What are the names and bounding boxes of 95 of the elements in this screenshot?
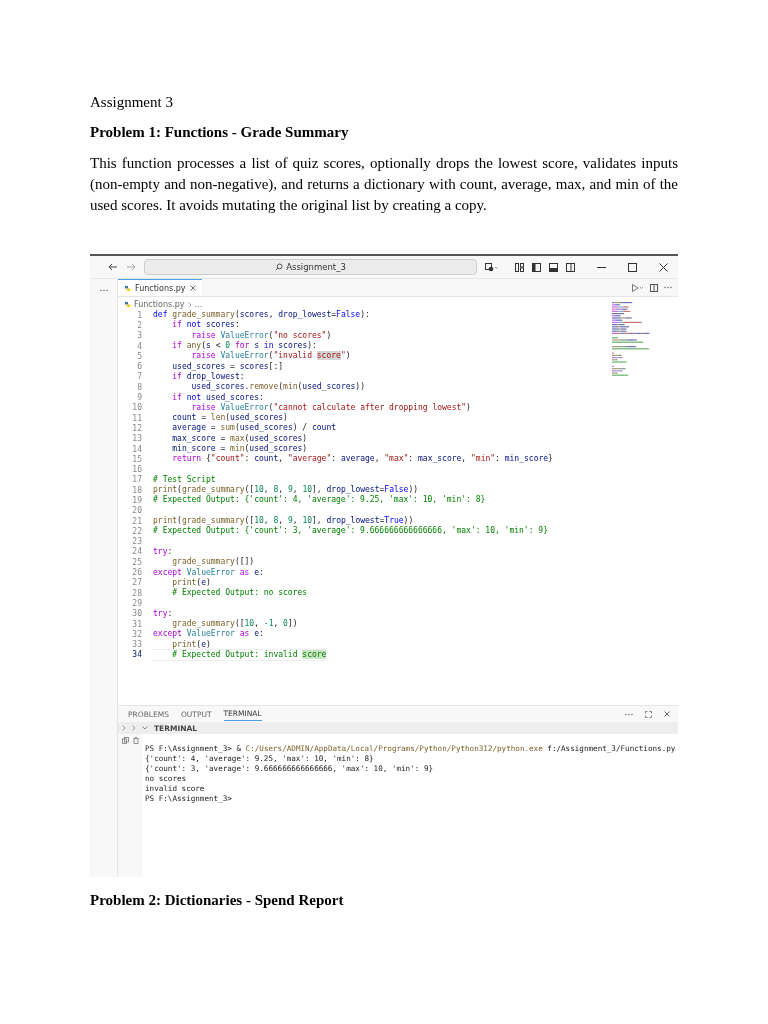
line-number: 12 xyxy=(131,423,143,433)
code-line: except ValueError as e: xyxy=(153,567,264,578)
line-number: 20 xyxy=(131,506,143,516)
python-icon xyxy=(124,301,131,308)
line-number: 30 xyxy=(131,609,143,619)
code-line: try: xyxy=(153,546,173,557)
breadcrumb-item[interactable]: Functions.py xyxy=(134,300,185,309)
expand-icon[interactable] xyxy=(142,726,148,730)
code-line: grade_summary([]) xyxy=(171,557,255,568)
line-number: 24 xyxy=(131,547,143,557)
line-number: 6 xyxy=(136,362,143,372)
line-number: 31 xyxy=(131,619,143,629)
section-title: Problem 1: Functions - Grade Summary xyxy=(90,123,350,141)
code-line: grade_summary([10, -1, 0]) xyxy=(171,619,298,629)
line-number: 18 xyxy=(131,485,143,495)
code-line: if not used_scores: xyxy=(171,392,264,403)
search-field[interactable]: Assignment_3 xyxy=(144,259,477,275)
line-number: 23 xyxy=(131,537,143,547)
agent-icon[interactable] xyxy=(485,262,499,272)
line-number: 1 xyxy=(136,310,143,320)
search-icon xyxy=(275,263,284,271)
back-arrow-icon[interactable] xyxy=(108,263,118,271)
code-line: if drop_lowest: xyxy=(171,371,245,382)
split-editor-icon[interactable] xyxy=(650,283,658,292)
code-line: print(grade_summary([10, 8, 9, 10], drop_lowest=False)) xyxy=(153,485,419,496)
line-number: 13 xyxy=(131,434,143,444)
document-heading: Assignment 3 xyxy=(90,93,174,111)
code-line: # Expected Output: invalid score xyxy=(153,648,327,661)
more-icon[interactable] xyxy=(664,286,672,289)
paragraph: This function processes a list of quiz scores, optionally drops the lowest score, validates inputs (non-empty and non-negative), and returns a dictionary with count, average, max, and min of the used scores. It avoids mutating the original list by creating a copy. xyxy=(90,154,678,215)
line-number: 17 xyxy=(131,475,143,485)
code-line: # Test Script xyxy=(153,474,216,485)
chevron-icon xyxy=(187,301,192,308)
line-number: 3 xyxy=(136,331,143,341)
close-icon[interactable] xyxy=(189,285,196,291)
line-number: 2 xyxy=(136,320,143,330)
line-number: 10 xyxy=(131,403,143,413)
code-line: if not scores: xyxy=(171,320,240,331)
line-number: 9 xyxy=(136,393,143,402)
code-line: average = sum(used_scores) / count xyxy=(171,423,337,434)
line-number: 22 xyxy=(131,526,143,536)
sidebar-toggle-icon[interactable] xyxy=(532,262,541,272)
code-line: if any(s < 0 for s in scores): xyxy=(171,341,317,351)
line-number: 34 xyxy=(131,650,143,660)
code-line: def grade_summary(scores, drop_lowest=False): xyxy=(153,310,370,321)
line-number: 11 xyxy=(131,413,143,423)
code-line: # Expected Output: {'count': 3, 'average': 9.666666666666666, 'max': 10, 'min': 9} xyxy=(153,526,548,537)
code-line: raise ValueError("cannot calculate after dropping lowest") xyxy=(190,402,471,413)
line-number: 27 xyxy=(131,578,143,588)
code-line: used_scores.remove(min(used_scores)) xyxy=(190,382,365,393)
more-icon[interactable] xyxy=(99,289,108,292)
breadcrumb-item[interactable]: ... xyxy=(194,300,203,309)
run-icon[interactable] xyxy=(632,283,644,292)
line-number: 28 xyxy=(131,588,143,598)
line-number: 19 xyxy=(131,496,143,505)
code-line: # Expected Output: {'count': 4, 'average': 9.25, 'max': 10, 'min': 8} xyxy=(153,495,486,506)
split-icon[interactable] xyxy=(566,262,575,272)
more-icon[interactable] xyxy=(625,712,633,716)
close-icon[interactable] xyxy=(664,711,670,717)
line-number: 29 xyxy=(131,598,143,608)
line-number: 21 xyxy=(131,516,143,526)
code-line: except ValueError as e: xyxy=(153,629,264,640)
code-line: print(grade_summary([10, 8, 9, 10], drop_lowest=True)) xyxy=(153,516,414,526)
code-line: raise ValueError("invalid score") xyxy=(190,351,351,362)
line-number: 7 xyxy=(136,372,143,382)
code-line: return {"count": count, "average": average, "max": max_score, "min": min_score} xyxy=(171,454,553,465)
code-line: raise ValueError("no scores") xyxy=(190,330,332,341)
code-line: max_score = max(used_scores) xyxy=(171,433,308,444)
section-title: Problem 2: Dictionaries - Spend Report xyxy=(90,891,345,909)
code-line: try: xyxy=(153,608,173,619)
code-line: print(e) xyxy=(171,639,211,650)
python-icon xyxy=(124,284,131,292)
layout-icon[interactable] xyxy=(515,262,524,272)
code-line: # Expected Output: no scores xyxy=(171,588,308,599)
code-line: count = len(used_scores) xyxy=(171,413,288,423)
line-number: 32 xyxy=(131,629,143,639)
code-line: min_score = min(used_scores) xyxy=(171,444,308,454)
trash-icon[interactable] xyxy=(133,737,139,744)
line-number: 26 xyxy=(131,568,143,578)
editor-tab[interactable]: Functions.py xyxy=(118,279,202,296)
maximize-icon[interactable] xyxy=(628,262,637,272)
code-line: used_scores = scores[:] xyxy=(171,361,284,372)
line-number: 15 xyxy=(131,454,143,464)
maximize-panel-icon[interactable] xyxy=(645,710,652,718)
line-number: 14 xyxy=(131,444,143,454)
line-number: 25 xyxy=(131,557,143,567)
line-number: 5 xyxy=(136,351,143,361)
line-number: 33 xyxy=(131,640,143,650)
code-line: print(e) xyxy=(171,577,211,588)
line-number: 8 xyxy=(136,382,143,392)
line-number: 4 xyxy=(136,341,143,351)
line-number: 16 xyxy=(131,465,143,475)
close-icon[interactable] xyxy=(659,262,668,272)
copy-icon[interactable] xyxy=(122,737,129,744)
panel-toggle-icon[interactable] xyxy=(549,262,558,272)
